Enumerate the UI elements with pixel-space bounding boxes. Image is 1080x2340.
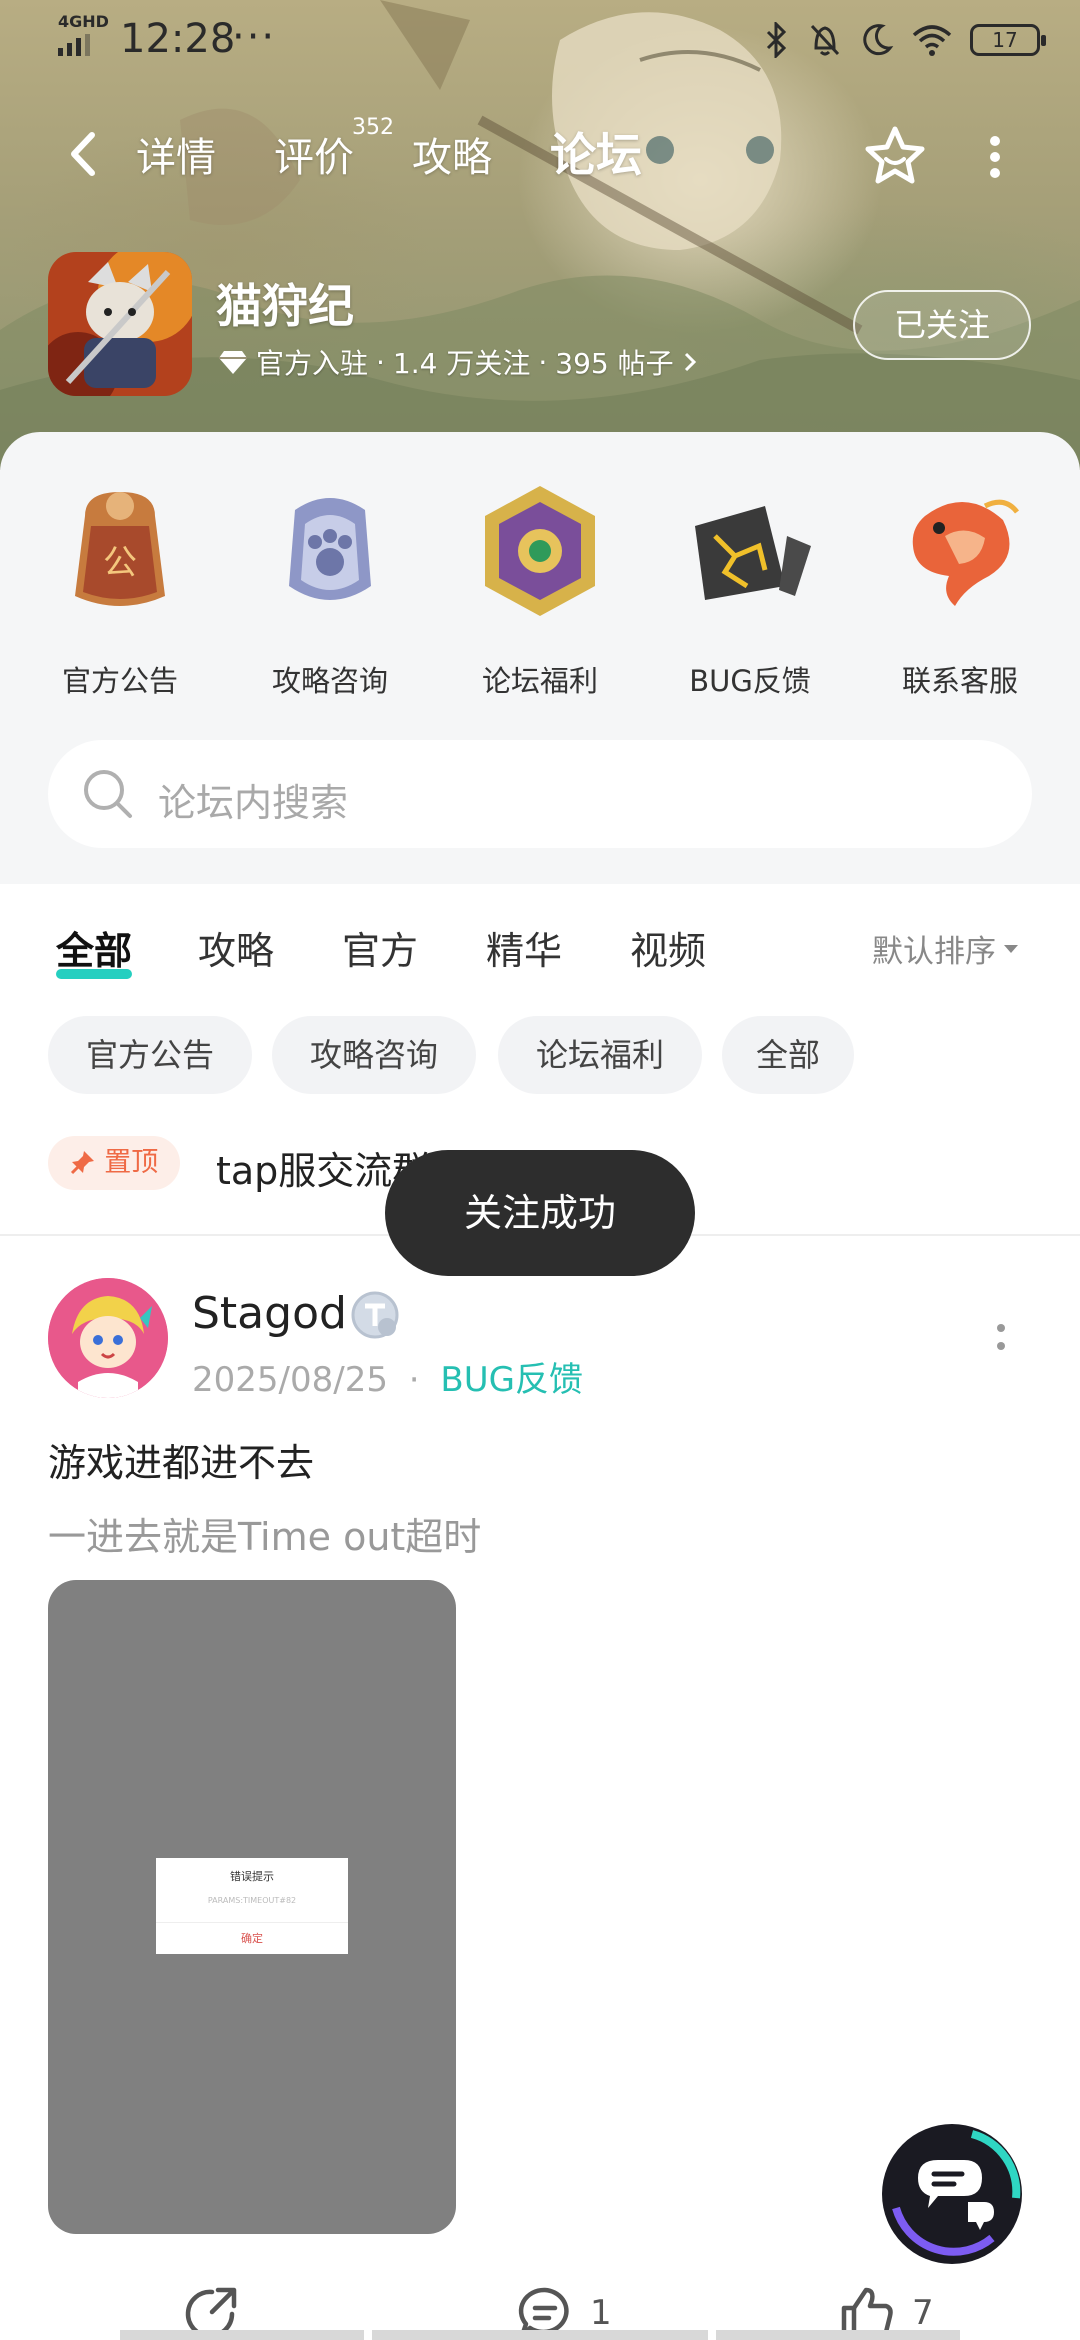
sort-label: 默认排序 <box>872 934 996 970</box>
chip-all[interactable]: 全部 <box>722 1016 854 1094</box>
more-notifications-icon: ··· <box>232 14 277 60</box>
chat-fab-icon[interactable] <box>872 2118 1032 2268</box>
game-title: 猫狩纪 <box>216 279 354 333</box>
gesture-bar-segment <box>120 2330 364 2340</box>
quick-link-forum-perks[interactable]: 论坛福利 <box>440 476 640 700</box>
tab-forum[interactable]: 论坛 <box>544 119 648 185</box>
broken-stone-icon <box>695 506 811 600</box>
game-stats[interactable]: 官方入驻 · 1.4 万关注 · 395 帖子 <box>218 342 698 382</box>
do-not-disturb-icon <box>863 24 894 56</box>
user-level-icon <box>351 1291 399 1339</box>
clock: 12:28 <box>120 16 236 62</box>
toast-follow-success: 关注成功 <box>385 1150 695 1276</box>
quick-link-announcements[interactable]: 公 官方公告 <box>20 476 220 700</box>
top-navigation: 详情 评价 352 攻略 论坛 <box>0 115 1080 195</box>
gem-medal-icon <box>485 486 595 616</box>
forum-panel: 公 官方公告 攻略咨询 论坛福利 BUG反馈 联系客服 论坛内搜索 <box>0 432 1080 884</box>
koi-fish-icon <box>912 499 1019 606</box>
error-dialog-code: PARAMS:TIMEOUT#82 <box>207 1896 297 1905</box>
tab-forum-label: 论坛 <box>550 128 642 182</box>
seal-icon: 公 <box>75 492 165 606</box>
post-image[interactable]: 错误提示 PARAMS:TIMEOUT#82 确定 <box>48 1580 456 2234</box>
forum-header: 4GHD 12:28 ··· 17 详情 评价 352 攻略 论坛 猫狩纪 官方… <box>0 0 1080 470</box>
avatar[interactable] <box>48 1278 168 1398</box>
quick-link-label: 攻略咨询 <box>271 664 388 698</box>
svg-text:公: 公 <box>103 543 137 583</box>
diamond-icon <box>219 351 247 374</box>
status-bar: 4GHD 12:28 ··· 17 <box>0 0 1080 80</box>
sort-dropdown[interactable]: 默认排序 <box>872 926 1020 971</box>
battery-indicator: 17 <box>970 24 1046 56</box>
post-body[interactable]: 一进去就是Time out超时 <box>48 1506 481 1561</box>
caret-down-icon <box>1004 944 1018 953</box>
reviews-count-badge: 352 <box>352 115 394 140</box>
error-dialog-title: 错误提示 <box>230 1870 274 1883</box>
filter-tab-guides[interactable]: 攻略 <box>198 920 274 975</box>
meta-separator: · <box>538 345 548 379</box>
forum-search-bar[interactable]: 论坛内搜索 <box>48 740 1032 848</box>
quick-link-guide-consult[interactable]: 攻略咨询 <box>230 476 430 700</box>
tab-guides[interactable]: 攻略 <box>412 125 492 183</box>
error-dialog-button: 确定 <box>241 1932 263 1945</box>
more-options-icon[interactable] <box>980 135 1010 179</box>
comment-count: 1 <box>590 2293 612 2333</box>
official-label: 官方入驻 <box>256 347 369 380</box>
gesture-bar-segment <box>716 2330 960 2340</box>
pinned-badge-label: 置顶 <box>104 1147 159 1178</box>
search-placeholder: 论坛内搜索 <box>158 781 349 825</box>
back-arrow-icon[interactable] <box>60 129 110 179</box>
filter-tab-official[interactable]: 官方 <box>342 920 418 975</box>
chip-forum-perks[interactable]: 论坛福利 <box>498 1016 702 1094</box>
post-category[interactable]: BUG反馈 <box>440 1360 583 1400</box>
posts-count: 395 帖子 <box>555 347 674 380</box>
filter-tab-featured[interactable]: 精华 <box>486 920 562 975</box>
favorite-star-icon[interactable] <box>862 123 928 189</box>
post-more-icon[interactable] <box>994 1322 1008 1352</box>
pinned-badge: 置顶 <box>48 1136 180 1190</box>
chip-guide-consult[interactable]: 攻略咨询 <box>272 1016 476 1094</box>
tab-details[interactable]: 详情 <box>136 125 216 183</box>
quick-link-label: BUG反馈 <box>689 664 811 698</box>
quick-link-bug-report[interactable]: BUG反馈 <box>650 476 850 700</box>
quick-link-label: 官方公告 <box>61 664 178 698</box>
pin-icon <box>70 1151 94 1175</box>
search-icon <box>84 770 132 818</box>
game-app-icon[interactable] <box>48 252 192 396</box>
dialog-divider <box>156 1922 348 1923</box>
filter-tab-all[interactable]: 全部 <box>56 920 133 979</box>
bluetooth-icon <box>766 22 787 58</box>
game-info: 猫狩纪 官方入驻 · 1.4 万关注 · 395 帖子 已关注 <box>48 252 1048 402</box>
post-meta: 2025/08/25 · BUG反馈 <box>192 1352 583 1401</box>
followed-button[interactable]: 已关注 <box>853 290 1031 360</box>
mute-icon <box>810 24 840 56</box>
network-label: 4GHD <box>58 12 109 31</box>
paw-badge-icon <box>289 498 371 600</box>
quick-link-customer-service[interactable]: 联系客服 <box>860 476 1060 700</box>
filter-tab-video[interactable]: 视频 <box>630 920 706 975</box>
signal-icon <box>58 34 90 56</box>
error-dialog-screenshot: 错误提示 PARAMS:TIMEOUT#82 确定 <box>156 1858 348 1954</box>
quick-link-label: 论坛福利 <box>481 664 598 698</box>
post-date: 2025/08/25 <box>192 1360 388 1400</box>
like-count: 7 <box>912 2293 934 2333</box>
post-author[interactable]: Stagod <box>192 1288 347 1339</box>
tab-reviews[interactable]: 评价 <box>274 125 354 183</box>
wifi-icon <box>912 25 952 56</box>
chip-announcements[interactable]: 官方公告 <box>48 1016 252 1094</box>
meta-separator: · <box>376 345 385 379</box>
filter-tab-label: 全部 <box>56 929 133 973</box>
followers-count: 1.4 万关注 <box>392 347 531 380</box>
post-title[interactable]: 游戏进都进不去 <box>48 1432 314 1487</box>
gesture-bar-segment <box>372 2330 708 2340</box>
quick-link-label: 联系客服 <box>901 664 1018 698</box>
meta-separator: · <box>408 1360 420 1400</box>
chevron-right-icon <box>684 352 696 372</box>
